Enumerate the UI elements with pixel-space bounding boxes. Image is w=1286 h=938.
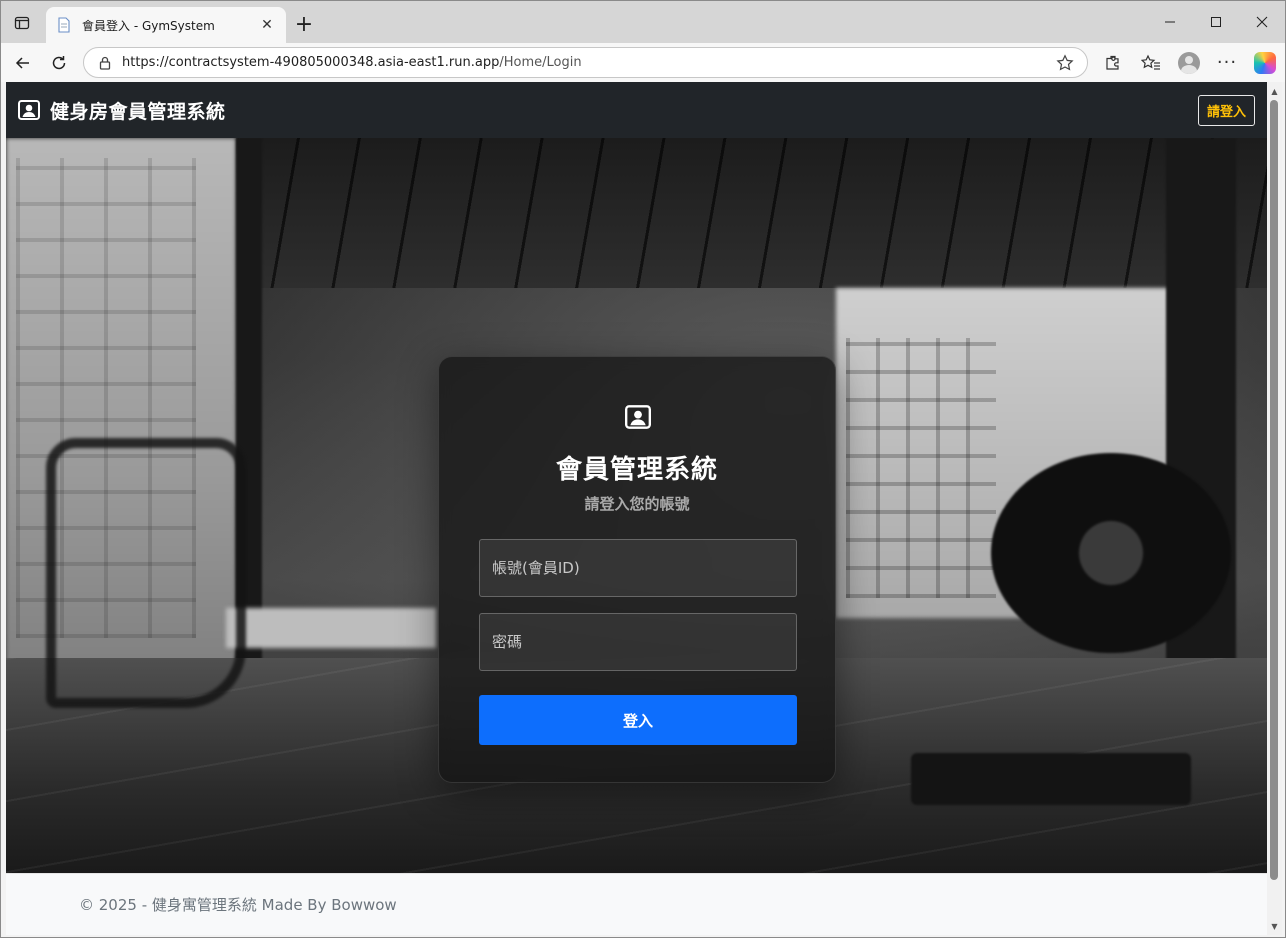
scroll-down-icon[interactable]: ▼: [1267, 919, 1282, 933]
scroll-up-icon[interactable]: ▲: [1267, 84, 1282, 98]
url-text[interactable]: https://contractsystem-490805000348.asia…: [122, 55, 1055, 70]
browser-toolbar: https://contractsystem-490805000348.asia…: [1, 43, 1285, 82]
favorites-icon[interactable]: [1135, 47, 1167, 78]
back-icon[interactable]: [5, 47, 41, 79]
gym-treadmill: [226, 608, 436, 648]
new-tab-icon[interactable]: +: [291, 11, 317, 37]
footer-copyright: © 2025 - 健身寓管理系統 Made By Bowwow: [79, 896, 397, 914]
gym-elliptical: [46, 438, 246, 708]
tab-strip: 會員登入 - GymSystem ✕ +: [1, 1, 1285, 43]
window-controls: [1147, 1, 1285, 43]
browser-window: 會員登入 - GymSystem ✕ + https://contractsys…: [0, 0, 1286, 938]
lock-icon[interactable]: [96, 56, 114, 70]
url-path: /Home/Login: [499, 55, 582, 70]
gym-ceiling: [236, 138, 1267, 288]
scroll-thumb[interactable]: [1270, 100, 1278, 880]
password-input[interactable]: [479, 613, 797, 671]
toolbar-right: ···: [1097, 47, 1281, 78]
member-card-icon: [18, 99, 40, 121]
gym-building-right: [846, 338, 996, 598]
login-card: 會員管理系統 請登入您的帳號 登入: [438, 356, 836, 783]
page-favicon-icon: [56, 17, 72, 33]
close-tab-icon[interactable]: ✕: [258, 16, 276, 34]
page-scrollbar[interactable]: ▲ ▼: [1267, 82, 1282, 935]
copilot-logo: [1254, 51, 1276, 74]
login-title: 會員管理系統: [555, 455, 718, 485]
gym-bench: [911, 753, 1191, 805]
minimize-icon[interactable]: [1147, 1, 1193, 43]
site-footer: © 2025 - 健身寓管理系統 Made By Bowwow: [6, 873, 1267, 935]
reload-icon[interactable]: [41, 47, 77, 79]
close-window-icon[interactable]: [1239, 1, 1285, 43]
active-tab[interactable]: 會員登入 - GymSystem ✕: [46, 7, 286, 43]
extensions-icon[interactable]: [1097, 47, 1129, 78]
page-viewport: 健身房會員管理系統 請登入 會員管理系統 請登入您的帳號 帳號(會員ID) 登入…: [6, 82, 1267, 935]
gym-weight-plate: [991, 453, 1231, 653]
profile-avatar-icon[interactable]: [1173, 47, 1205, 78]
member-card-icon: [625, 405, 651, 429]
login-subtitle: 請登入您的帳號: [584, 495, 690, 513]
avatar: [1178, 51, 1200, 74]
site-brand[interactable]: 健身房會員管理系統: [18, 97, 226, 124]
tab-title: 會員登入 - GymSystem: [82, 18, 215, 33]
maximize-icon[interactable]: [1193, 1, 1239, 43]
brand-title: 健身房會員管理系統: [50, 100, 226, 123]
username-input[interactable]: [479, 539, 797, 597]
site-navbar: 健身房會員管理系統 請登入: [6, 82, 1267, 138]
copilot-icon[interactable]: [1249, 47, 1281, 78]
login-submit-button[interactable]: 登入: [479, 695, 797, 745]
tab-actions-icon[interactable]: [9, 10, 35, 36]
address-bar[interactable]: https://contractsystem-490805000348.asia…: [83, 47, 1088, 78]
url-host: https://contractsystem-490805000348.asia…: [122, 55, 500, 70]
nav-login-button[interactable]: 請登入: [1197, 95, 1255, 126]
favorite-star-icon[interactable]: [1055, 53, 1075, 72]
hero-background: 會員管理系統 請登入您的帳號 登入: [6, 138, 1267, 873]
more-options-icon[interactable]: ···: [1211, 47, 1243, 78]
